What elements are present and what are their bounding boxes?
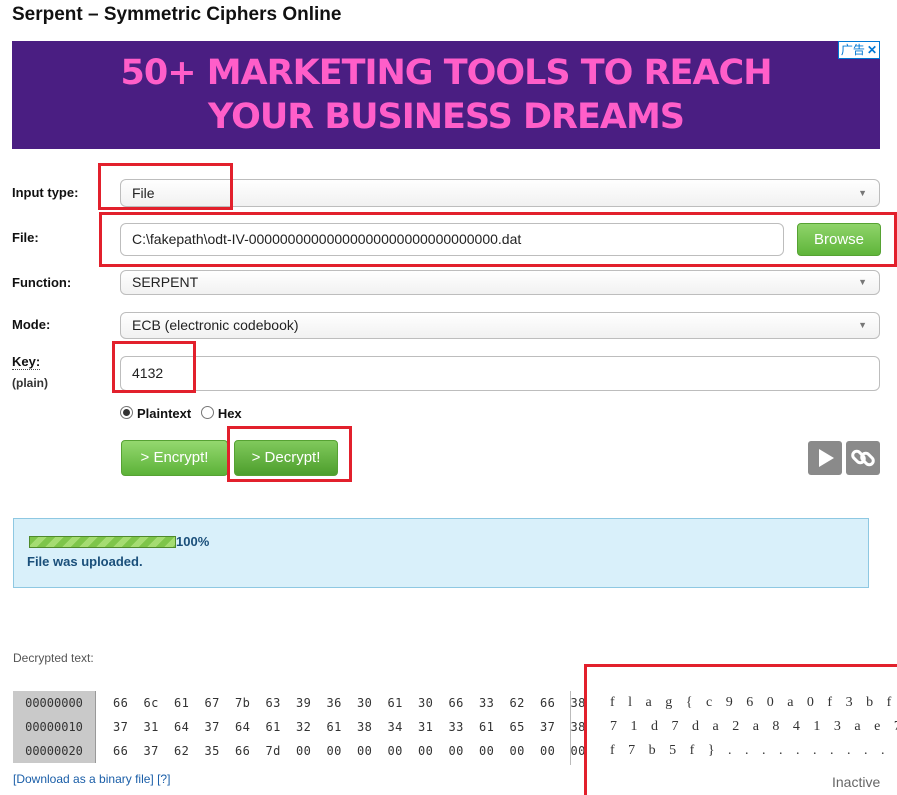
hex-radio-label[interactable]: Hex [218,406,242,421]
input-type-select[interactable]: File ▼ [120,179,880,207]
upload-status-panel: 100% File was uploaded. [13,518,869,588]
hex-bytes: 66 6c 61 67 7b 63 39 36 30 61 30 66 33 6… [113,696,586,710]
annotation-box [227,426,352,482]
page-title: Serpent – Symmetric Ciphers Online [12,4,342,25]
upload-progress-fill [30,537,175,547]
hex-offset: 00000000 [13,691,96,715]
dropdown-arrow-icon: ▼ [858,277,867,287]
download-links: [Download as a binary file] [?] [13,772,170,786]
input-type-label: Input type: [12,185,79,200]
ad-banner[interactable]: 50+ MARKETING TOOLS TO REACH YOUR BUSINE… [12,41,880,149]
plaintext-radio[interactable] [120,406,133,419]
hex-offset: 00000020 [13,739,96,763]
hex-offset: 00000010 [13,715,96,739]
decrypted-text-label: Decrypted text: [13,651,94,665]
dropdown-arrow-icon: ▼ [858,188,867,198]
link-icon [851,449,875,467]
encrypt-button[interactable]: > Encrypt! [121,440,228,476]
ad-badge-label: 广告 [840,43,865,57]
hex-bytes: 37 31 64 37 64 61 32 61 38 34 31 33 61 6… [113,720,586,734]
hex-ascii-divider [570,691,571,765]
mode-value: ECB (electronic codebook) [132,317,299,333]
close-icon[interactable]: ✕ [867,43,877,57]
file-label: File: [12,230,39,245]
upload-progress-percent: 100% [176,534,210,549]
ad-headline-1: 50+ MARKETING TOOLS TO REACH [120,53,772,93]
function-value: SERPENT [132,274,199,290]
upload-progress-bar [29,536,176,548]
annotation-box [98,163,233,210]
function-label: Function: [12,275,72,290]
dropdown-arrow-icon: ▼ [858,320,867,330]
upload-message: File was uploaded. [27,554,143,569]
ad-choices-badge[interactable]: 广告 ✕ [837,41,880,59]
plaintext-radio-label[interactable]: Plaintext [137,406,191,421]
ad-headline-2: YOUR BUSINESS DREAMS [208,97,685,137]
mode-label: Mode: [12,317,51,332]
function-select[interactable]: SERPENT ▼ [120,270,880,295]
share-link-button[interactable] [846,441,880,475]
download-binary-link[interactable]: [Download as a binary file] [13,772,154,786]
key-format-radio-group: Plaintext Hex [120,406,242,421]
key-sublabel: (plain) [12,376,48,390]
play-button[interactable] [808,441,842,475]
key-label: Key: [12,354,41,370]
hex-bytes: 66 37 62 35 66 7d 00 00 00 00 00 00 00 0… [113,744,586,758]
annotation-box [584,664,897,795]
annotation-box [112,341,196,393]
hex-radio[interactable] [200,406,214,419]
help-link[interactable]: [?] [157,772,170,786]
mode-select[interactable]: ECB (electronic codebook) ▼ [120,312,880,339]
key-input[interactable]: 4132 [120,356,880,391]
play-icon [819,449,834,467]
annotation-box [99,212,897,267]
